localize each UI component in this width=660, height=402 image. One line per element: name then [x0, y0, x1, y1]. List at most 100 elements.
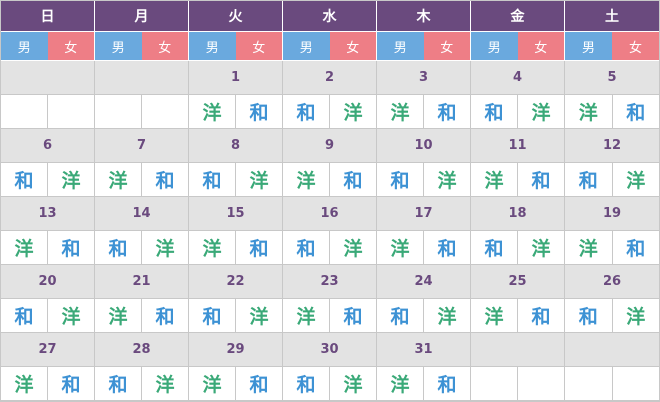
japanese-meal-mark[interactable]: 和 — [283, 231, 329, 264]
japanese-meal-mark[interactable]: 和 — [1, 163, 47, 196]
japanese-meal-mark[interactable]: 和 — [283, 367, 329, 400]
date-number: 4 — [471, 61, 565, 95]
western-meal-mark[interactable]: 洋 — [95, 299, 141, 332]
meal-pair[interactable]: 和洋 — [189, 299, 283, 333]
meal-pair[interactable]: 和洋 — [283, 231, 377, 265]
western-meal-mark[interactable]: 洋 — [423, 163, 470, 196]
date-number — [565, 333, 659, 367]
meal-pair[interactable]: 洋和 — [471, 299, 565, 333]
western-meal-mark[interactable]: 洋 — [565, 95, 612, 128]
japanese-meal-mark[interactable]: 和 — [565, 299, 612, 332]
japanese-meal-mark[interactable]: 和 — [141, 163, 188, 196]
japanese-meal-mark[interactable]: 和 — [611, 231, 660, 264]
western-meal-mark[interactable]: 洋 — [141, 367, 188, 400]
japanese-meal-mark[interactable]: 和 — [611, 95, 660, 128]
japanese-meal-mark[interactable]: 和 — [283, 95, 329, 128]
japanese-meal-mark[interactable]: 和 — [235, 231, 282, 264]
western-meal-mark[interactable]: 洋 — [1, 231, 47, 264]
meal-pair[interactable]: 洋和 — [283, 299, 377, 333]
western-meal-mark[interactable]: 洋 — [329, 367, 376, 400]
meal-pair[interactable]: 洋和 — [1, 231, 95, 265]
japanese-meal-mark[interactable]: 和 — [47, 231, 94, 264]
meal-pair[interactable]: 和洋 — [565, 163, 659, 197]
meal-pair[interactable]: 洋和 — [471, 163, 565, 197]
western-meal-mark[interactable]: 洋 — [611, 299, 660, 332]
date-number: 10 — [377, 129, 471, 163]
meal-pair[interactable]: 洋和 — [377, 231, 471, 265]
meal-pair[interactable]: 和洋 — [189, 163, 283, 197]
western-meal-mark[interactable]: 洋 — [329, 95, 376, 128]
meal-pair[interactable]: 和洋 — [1, 299, 95, 333]
meal-pair[interactable]: 洋和 — [565, 231, 659, 265]
western-meal-mark[interactable]: 洋 — [189, 231, 235, 264]
western-meal-mark[interactable]: 洋 — [235, 299, 282, 332]
western-meal-mark[interactable]: 洋 — [235, 163, 282, 196]
empty-slot — [1, 95, 47, 128]
japanese-meal-mark[interactable]: 和 — [471, 231, 517, 264]
meal-pair[interactable]: 和洋 — [377, 163, 471, 197]
meal-pair[interactable]: 和洋 — [283, 95, 377, 129]
japanese-meal-mark[interactable]: 和 — [423, 231, 470, 264]
meal-pair[interactable]: 和洋 — [471, 95, 565, 129]
western-meal-mark[interactable]: 洋 — [423, 299, 470, 332]
western-meal-mark[interactable]: 洋 — [189, 367, 235, 400]
western-meal-mark[interactable]: 洋 — [329, 231, 376, 264]
japanese-meal-mark[interactable]: 和 — [423, 367, 470, 400]
western-meal-mark[interactable]: 洋 — [283, 299, 329, 332]
western-meal-mark[interactable]: 洋 — [471, 163, 517, 196]
meal-pair[interactable]: 洋和 — [565, 95, 659, 129]
japanese-meal-mark[interactable]: 和 — [329, 299, 376, 332]
japanese-meal-mark[interactable]: 和 — [471, 95, 517, 128]
japanese-meal-mark[interactable]: 和 — [95, 231, 141, 264]
western-meal-mark[interactable]: 洋 — [565, 231, 612, 264]
meal-pair[interactable]: 洋和 — [95, 299, 189, 333]
western-meal-mark[interactable]: 洋 — [377, 231, 423, 264]
meal-pair[interactable]: 和洋 — [471, 231, 565, 265]
meal-pair[interactable]: 和洋 — [1, 163, 95, 197]
meal-pair[interactable]: 洋和 — [189, 95, 283, 129]
meal-pair[interactable]: 和洋 — [95, 231, 189, 265]
japanese-meal-mark[interactable]: 和 — [329, 163, 376, 196]
japanese-meal-mark[interactable]: 和 — [47, 367, 94, 400]
japanese-meal-mark[interactable]: 和 — [235, 95, 282, 128]
western-meal-mark[interactable]: 洋 — [377, 367, 423, 400]
western-meal-mark[interactable]: 洋 — [517, 95, 564, 128]
meal-pair[interactable]: 洋和 — [1, 367, 95, 401]
japanese-meal-mark[interactable]: 和 — [1, 299, 47, 332]
western-meal-mark[interactable]: 洋 — [95, 163, 141, 196]
meal-pair[interactable]: 和洋 — [95, 367, 189, 401]
western-meal-mark[interactable]: 洋 — [283, 163, 329, 196]
date-number — [471, 333, 565, 367]
date-number: 17 — [377, 197, 471, 231]
meal-pair[interactable]: 和洋 — [565, 299, 659, 333]
japanese-meal-mark[interactable]: 和 — [377, 299, 423, 332]
meal-pair[interactable]: 和洋 — [283, 367, 377, 401]
western-meal-mark[interactable]: 洋 — [141, 231, 188, 264]
japanese-meal-mark[interactable]: 和 — [189, 163, 235, 196]
western-meal-mark[interactable]: 洋 — [189, 95, 235, 128]
meal-pair[interactable]: 洋和 — [189, 367, 283, 401]
western-meal-mark[interactable]: 洋 — [377, 95, 423, 128]
japanese-meal-mark[interactable]: 和 — [565, 163, 612, 196]
japanese-meal-mark[interactable]: 和 — [95, 367, 141, 400]
japanese-meal-mark[interactable]: 和 — [377, 163, 423, 196]
meal-pair[interactable]: 和洋 — [377, 299, 471, 333]
western-meal-mark[interactable]: 洋 — [517, 231, 564, 264]
western-meal-mark[interactable]: 洋 — [611, 163, 660, 196]
japanese-meal-mark[interactable]: 和 — [141, 299, 188, 332]
japanese-meal-mark[interactable]: 和 — [235, 367, 282, 400]
japanese-meal-mark[interactable]: 和 — [423, 95, 470, 128]
female-label: 女 — [423, 32, 470, 60]
meal-pair[interactable]: 洋和 — [283, 163, 377, 197]
meal-pair[interactable]: 洋和 — [377, 367, 471, 401]
western-meal-mark[interactable]: 洋 — [47, 299, 94, 332]
japanese-meal-mark[interactable]: 和 — [517, 299, 564, 332]
japanese-meal-mark[interactable]: 和 — [517, 163, 564, 196]
meal-pair[interactable]: 洋和 — [189, 231, 283, 265]
western-meal-mark[interactable]: 洋 — [47, 163, 94, 196]
meal-pair[interactable]: 洋和 — [377, 95, 471, 129]
japanese-meal-mark[interactable]: 和 — [189, 299, 235, 332]
western-meal-mark[interactable]: 洋 — [471, 299, 517, 332]
western-meal-mark[interactable]: 洋 — [1, 367, 47, 400]
meal-pair[interactable]: 洋和 — [95, 163, 189, 197]
